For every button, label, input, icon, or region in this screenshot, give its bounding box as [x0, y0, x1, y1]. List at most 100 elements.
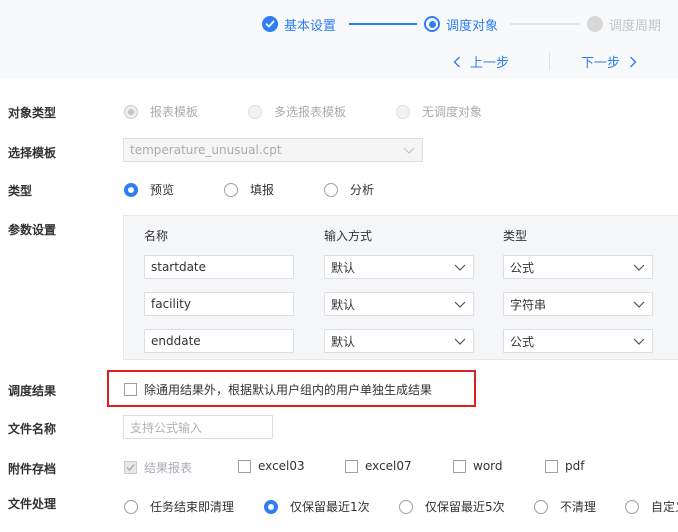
type-label: 类型	[8, 184, 33, 198]
prev-step-button[interactable]: 上一步	[453, 52, 509, 71]
param-input-method-select[interactable]: 默认	[324, 292, 474, 316]
column-header-name: 名称	[144, 229, 169, 243]
file-name-placeholder: 支持公式输入	[130, 420, 203, 435]
option-label: 填报	[250, 183, 275, 197]
checkbox-icon	[545, 459, 558, 473]
template-label: 选择模板	[8, 146, 57, 160]
object-type-option-none[interactable]: 无调度对象	[396, 103, 482, 120]
checkbox-label: pdf	[565, 459, 585, 473]
radio-icon	[124, 499, 138, 514]
checkbox-icon	[453, 459, 466, 473]
option-label: 自定义	[651, 500, 678, 514]
file-handling-option-keep-last-5[interactable]: 仅保留最近5次	[399, 498, 505, 515]
wizard-header: 基本设置 调度对象 调度周期 上一步 下一步	[0, 0, 678, 78]
step-connector	[510, 23, 580, 25]
params-label: 参数设置	[8, 223, 57, 237]
attachment-option-excel03[interactable]: excel03	[238, 459, 305, 473]
next-step-label: 下一步	[581, 56, 621, 71]
chevron-down-icon	[633, 301, 645, 308]
checkbox-label: word	[473, 459, 503, 473]
chevron-right-icon	[630, 56, 637, 67]
attachment-option-excel07[interactable]: excel07	[345, 459, 412, 473]
step-label: 调度周期	[609, 18, 662, 34]
param-name-field[interactable]: startdate	[144, 255, 294, 279]
select-value: 公式	[510, 260, 535, 275]
chevron-down-icon	[454, 264, 466, 271]
per-user-result-checkbox[interactable]: 除通用结果外，根据默认用户组内的用户单独生成结果	[124, 381, 432, 398]
option-label: 仅保留最近5次	[425, 500, 505, 514]
attachment-option-result-report[interactable]: 结果报表	[124, 459, 192, 476]
param-name-field[interactable]: facility	[144, 292, 294, 316]
step-basic-settings[interactable]: 基本设置	[262, 14, 336, 34]
checkbox-label: 结果报表	[144, 461, 193, 475]
radio-icon	[124, 182, 138, 197]
step-connector	[349, 23, 417, 25]
column-header-type: 类型	[503, 229, 528, 243]
radio-icon	[324, 182, 338, 197]
step-label: 调度对象	[446, 18, 499, 34]
option-label: 任务结束即清理	[150, 500, 235, 514]
type-option-preview[interactable]: 预览	[124, 181, 174, 198]
template-value: temperature_unusual.cpt	[130, 143, 282, 157]
param-name-field[interactable]: enddate	[144, 329, 294, 353]
file-name-input[interactable]: 支持公式输入	[123, 415, 273, 439]
chevron-left-icon	[453, 56, 460, 67]
param-type-select[interactable]: 字符串	[503, 292, 653, 316]
file-handling-option-no-clean[interactable]: 不清理	[534, 498, 596, 515]
option-label: 分析	[350, 183, 375, 197]
object-type-label: 对象类型	[8, 106, 57, 120]
file-name-label: 文件名称	[8, 422, 57, 436]
object-type-option-multi-report[interactable]: 多选报表模板	[248, 103, 346, 120]
pending-step-icon	[587, 16, 603, 32]
checkbox-label: 除通用结果外，根据默认用户组内的用户单独生成结果	[144, 383, 433, 397]
option-label: 仅保留最近1次	[290, 500, 370, 514]
select-value: 字符串	[510, 297, 547, 312]
object-type-option-report[interactable]: 报表模板	[124, 103, 198, 120]
checkbox-icon	[345, 459, 358, 473]
chevron-down-icon	[454, 338, 466, 345]
param-type-select[interactable]: 公式	[503, 255, 653, 279]
file-handling-option-clean-on-finish[interactable]: 任务结束即清理	[124, 498, 234, 515]
step-label: 基本设置	[284, 18, 337, 34]
radio-icon	[396, 104, 410, 119]
type-option-analysis[interactable]: 分析	[324, 181, 374, 198]
param-input-method-select[interactable]: 默认	[324, 255, 474, 279]
type-option-fill[interactable]: 填报	[224, 181, 274, 198]
checkbox-icon	[238, 459, 251, 473]
option-label: 无调度对象	[422, 105, 483, 119]
radio-icon	[399, 499, 413, 514]
next-step-button[interactable]: 下一步	[581, 52, 637, 71]
file-handling-option-custom[interactable]: 自定义	[625, 498, 678, 515]
option-label: 多选报表模板	[274, 105, 347, 119]
option-label: 不清理	[560, 500, 597, 514]
step-schedule-period[interactable]: 调度周期	[587, 14, 661, 34]
file-handling-label: 文件处理	[8, 497, 57, 511]
check-icon	[262, 16, 278, 32]
radio-icon	[224, 182, 238, 197]
checkbox-label: excel03	[258, 459, 305, 473]
param-type-select[interactable]: 公式	[503, 329, 653, 353]
current-step-icon	[424, 16, 440, 32]
step-schedule-object[interactable]: 调度对象	[424, 14, 498, 34]
column-header-input-method: 输入方式	[324, 229, 373, 243]
chevron-down-icon	[633, 264, 645, 271]
attachment-option-word[interactable]: word	[453, 459, 503, 473]
checkbox-icon	[124, 383, 137, 396]
checkbox-label: excel07	[365, 459, 412, 473]
select-value: 默认	[331, 260, 356, 275]
radio-icon	[534, 499, 548, 514]
template-select[interactable]: temperature_unusual.cpt	[123, 138, 423, 162]
param-input-method-select[interactable]: 默认	[324, 329, 474, 353]
radio-icon	[248, 104, 262, 119]
radio-icon	[264, 499, 278, 514]
select-value: 默认	[331, 297, 356, 312]
option-label: 预览	[150, 183, 175, 197]
select-value: 默认	[331, 334, 356, 349]
attachment-option-pdf[interactable]: pdf	[545, 459, 584, 473]
checkbox-checked-icon	[124, 461, 137, 474]
option-label: 报表模板	[150, 105, 199, 119]
prev-step-label: 上一步	[470, 56, 510, 71]
chevron-down-icon	[633, 338, 645, 345]
file-handling-option-keep-last-1[interactable]: 仅保留最近1次	[264, 498, 370, 515]
attachment-label: 附件存档	[8, 462, 57, 476]
